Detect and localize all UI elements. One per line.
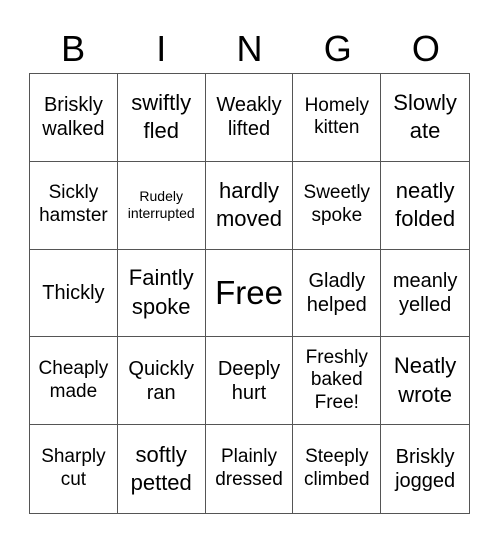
header-letter-b: B (61, 28, 86, 69)
bingo-cell-text: hardly moved (215, 177, 283, 232)
bingo-cell-text: Plainly dressed (215, 446, 283, 491)
header-letter-n: N (236, 28, 263, 69)
bingo-cell[interactable]: Thickly (30, 249, 118, 338)
bingo-cell[interactable]: Quickly ran (117, 337, 206, 426)
bingo-cell-text: Deeply hurt (217, 357, 281, 404)
bingo-cell-text: Rudely interrupted (127, 188, 195, 222)
bingo-cell[interactable]: Slowly ate (381, 74, 469, 162)
bingo-cell-text: Briskly walked (42, 94, 105, 141)
bingo-cell[interactable]: Sweetly spoke (293, 161, 382, 250)
bingo-cell[interactable]: Briskly jogged (381, 425, 469, 513)
bingo-cell-text: Cheaply made (38, 357, 109, 402)
bingo-cell[interactable]: Briskly walked (30, 74, 118, 162)
bingo-card-grid: Briskly walked swiftly fled Weakly lifted H… (29, 73, 470, 514)
bingo-cell[interactable]: Homely kitten (293, 74, 382, 162)
bingo-cell[interactable]: Sickly hamster (30, 161, 118, 250)
bingo-cell-text: Free (215, 274, 283, 312)
bingo-cell-text: Neatly wrote (393, 353, 457, 407)
bingo-cell-text: Sweetly spoke (303, 182, 371, 227)
bingo-cell[interactable]: Steeply climbed (293, 425, 382, 513)
bingo-cell-text: Weakly lifted (216, 94, 282, 141)
bingo-cell[interactable]: Deeply hurt (205, 337, 294, 426)
bingo-cell[interactable]: Faintly spoke (117, 249, 206, 338)
bingo-cell[interactable]: hardly moved (205, 161, 294, 250)
bingo-cell-text: Faintly spoke (128, 265, 194, 319)
header-letter-g: G (323, 28, 352, 69)
bingo-cell-text: Gladly helped (306, 269, 367, 316)
bingo-cell[interactable]: softly petted (118, 425, 206, 513)
bingo-cell-free[interactable]: Free (205, 249, 294, 338)
bingo-cell-text: Sickly hamster (39, 182, 108, 227)
bingo-cell[interactable]: Sharply cut (30, 425, 118, 513)
bingo-cell[interactable]: neatly folded (381, 162, 469, 250)
bingo-cell[interactable]: Freshly baked Free! (293, 337, 382, 426)
bingo-cell[interactable]: Cheaply made (30, 337, 118, 426)
bingo-cell[interactable]: Weakly lifted (205, 74, 294, 162)
bingo-header: B I N G O (29, 24, 470, 74)
bingo-cell-text: Freshly baked Free! (305, 346, 368, 414)
bingo-cell-text: Briskly jogged (395, 446, 456, 493)
bingo-cell[interactable]: Plainly dressed (206, 425, 294, 513)
bingo-cell[interactable]: swiftly fled (117, 74, 206, 162)
bingo-cell[interactable]: Rudely interrupted (117, 161, 206, 250)
bingo-cell-text: Homely kitten (304, 94, 369, 139)
header-letter-o: O (411, 28, 440, 69)
bingo-cell-text: meanly yelled (392, 269, 458, 316)
header-letter-i: I (156, 28, 167, 69)
bingo-cell-text: Slowly ate (393, 89, 457, 144)
bingo-cell-text: Thickly (42, 281, 105, 304)
bingo-cell-text: Quickly ran (128, 357, 194, 404)
bingo-cell[interactable]: meanly yelled (381, 250, 469, 338)
bingo-cell-text: softly petted (130, 441, 192, 496)
bingo-cell-text: neatly folded (395, 177, 456, 232)
bingo-cell-text: Steeply climbed (304, 446, 370, 491)
bingo-cell[interactable]: Neatly wrote (381, 337, 469, 426)
bingo-cell-text: swiftly fled (131, 89, 192, 144)
bingo-cell[interactable]: Gladly helped (293, 249, 382, 338)
bingo-cell-text: Sharply cut (41, 446, 106, 491)
